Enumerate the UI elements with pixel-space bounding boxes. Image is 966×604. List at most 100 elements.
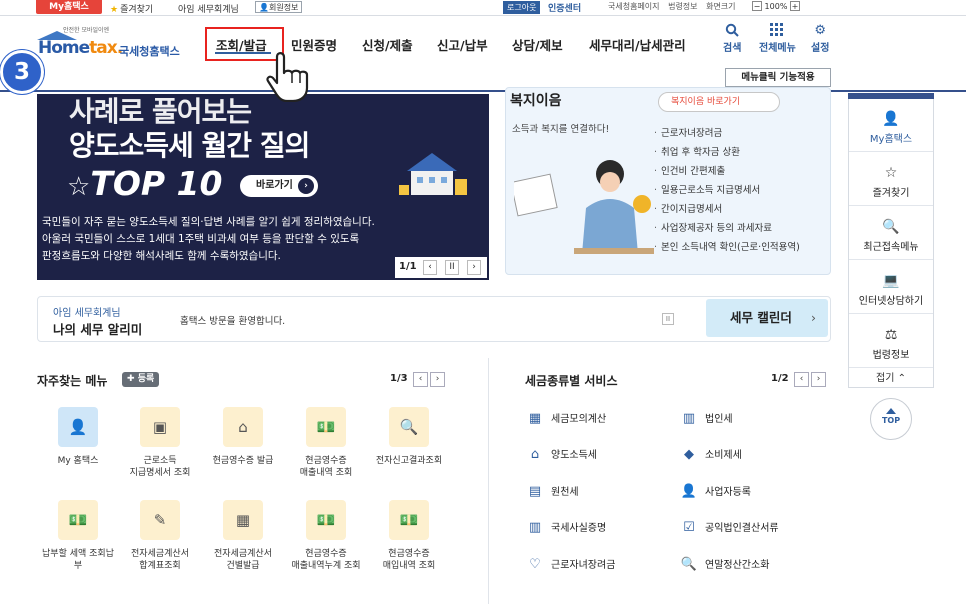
diamond-icon: ◆ xyxy=(684,447,694,462)
fav-cash-receipt-sales[interactable]: 💵 현금영수증 매출내역 조회 xyxy=(284,407,368,479)
prev-icon[interactable]: ‹ xyxy=(794,372,810,387)
utility-bar: My홈택스 ★ 즐겨찾기 아임 세무회계님 👤회원정보 로그아웃 인증센터 국세청… xyxy=(0,0,966,16)
fav-tax-payment[interactable]: 💵 납부할 세액 조회납 부 xyxy=(36,500,120,572)
tax-capital-gains[interactable]: ⌂ 양도소득세 xyxy=(525,445,597,465)
woman-illustration-icon xyxy=(510,148,654,268)
welfare-item[interactable]: 사업장제공자 등의 과세자료 xyxy=(654,219,800,238)
receipt-search-icon: 🔍 xyxy=(680,557,698,572)
welfare-shortcut-button[interactable]: 복지이음 바로가기 xyxy=(658,92,780,112)
law-info-link[interactable]: 법령정보 xyxy=(668,2,697,11)
favorites-link[interactable]: ★ 즐겨찾기 xyxy=(110,2,153,15)
chevron-up-icon: ⌃ xyxy=(897,373,906,384)
settings-label: 설정 xyxy=(811,43,830,54)
money-search-icon: 💵 xyxy=(316,511,336,529)
add-favorite-button[interactable]: ✚ 등록 xyxy=(122,372,160,387)
search-button[interactable]: 검색 xyxy=(723,23,741,54)
quick-online-consult[interactable]: 💻 인터넷상담하기 xyxy=(849,261,933,314)
tax-year-end-settlement[interactable]: 🔍 연말정산간소화 xyxy=(679,555,770,575)
zoom-in-button[interactable]: + xyxy=(789,1,800,11)
gnb-report-pay[interactable]: 신고/납부 xyxy=(437,35,488,54)
settings-button[interactable]: ⚙ 설정 xyxy=(811,23,829,54)
quick-my-hometax[interactable]: 👤 My홈택스 xyxy=(849,99,933,152)
cert-center-link[interactable]: 인증센터 xyxy=(548,1,581,14)
tax-consumption[interactable]: ◆ 소비제세 xyxy=(679,445,742,465)
logout-button[interactable]: 로그아웃 xyxy=(503,1,541,14)
welfare-item[interactable]: 취업 후 학자금 상환 xyxy=(654,143,800,162)
favorites-title: 자주찾는 메뉴 xyxy=(37,374,108,388)
fav-cash-receipt-purchase[interactable]: 💵 현금영수증 매입내역 조회 xyxy=(367,500,451,572)
welfare-item[interactable]: 인건비 간편제출 xyxy=(654,162,800,181)
notifier-message[interactable]: 홈택스 방문을 환영합니다. xyxy=(180,313,285,327)
fav-e-invoice-summary[interactable]: ✎ 전자세금계산서 합계표조회 xyxy=(118,500,202,572)
banner-line3: ☆TOP 10 xyxy=(67,164,223,203)
welfare-item[interactable]: 일용근로소득 지급명세서 xyxy=(654,181,800,200)
prev-icon[interactable]: ‹ xyxy=(413,372,429,387)
next-icon[interactable]: › xyxy=(467,260,481,275)
tax-public-corp-settlement[interactable]: ☑ 공익법인결산서류 xyxy=(679,518,778,538)
money-search-icon: 💵 xyxy=(316,418,336,436)
next-icon[interactable]: › xyxy=(430,372,446,387)
banner-shortcut-button[interactable]: 바로가기 › xyxy=(240,175,318,197)
pause-icon[interactable]: II xyxy=(662,313,674,325)
quick-recent-menu[interactable]: 🔍 최근접속메뉴 xyxy=(849,207,933,260)
quick-law-info[interactable]: ⚖ 법령정보 xyxy=(849,315,933,368)
prev-icon[interactable]: ‹ xyxy=(423,260,437,275)
person-icon: 👤 xyxy=(259,3,269,12)
zoom-level: 100% xyxy=(764,2,788,11)
all-menu-button[interactable]: 전체메뉴 xyxy=(759,23,796,54)
fav-cash-receipt-cumulative[interactable]: 💵 현금영수증 매출내역누계 조회 xyxy=(284,500,368,572)
gnb-tax-agent[interactable]: 세무대리/납세관리 xyxy=(589,35,686,54)
document-check-icon: ☑ xyxy=(683,520,695,535)
fold-button[interactable]: 접기 ⌃ xyxy=(849,369,933,384)
tax-calendar-button[interactable]: 세무 캘린더 › xyxy=(706,299,828,337)
document-search-icon: 🔍 xyxy=(399,418,419,436)
scroll-top-button[interactable]: TOP xyxy=(870,398,912,440)
logo-korean: 국세청홈택스 xyxy=(119,45,180,58)
tax-corporate[interactable]: ▥ 법인세 xyxy=(679,409,733,429)
user-info-button[interactable]: 👤회원정보 xyxy=(255,1,303,13)
next-icon[interactable]: › xyxy=(811,372,827,387)
document-search-icon: 🔍 xyxy=(882,219,900,235)
fav-my-hometax[interactable]: 👤 My 홈택스 xyxy=(36,407,120,467)
gnb-consult-report[interactable]: 상담/제보 xyxy=(512,35,563,54)
grid-icon xyxy=(759,23,796,39)
promo-banner[interactable]: 사례로 풀어보는 양도소득세 월간 질의 ☆TOP 10 바로가기 › 국민들이… xyxy=(37,94,489,280)
search-icon xyxy=(723,23,741,39)
fav-earned-income[interactable]: ▣ 근로소득 지급명세서 조회 xyxy=(118,407,202,479)
screen-size-label: 화면크기 xyxy=(706,2,736,11)
building-icon: ▥ xyxy=(682,411,696,426)
menu-click-apply-button[interactable]: 메뉴클릭 기능적용 xyxy=(725,68,831,87)
user-info-label: 회원정보 xyxy=(268,3,299,12)
quick-favorites[interactable]: ☆ 즐겨찾기 xyxy=(849,153,933,206)
plus-icon: ✚ xyxy=(127,374,135,384)
gnb-apply-submit[interactable]: 신청/제출 xyxy=(362,35,413,54)
tax-business-registration[interactable]: 👤 사업자등록 xyxy=(679,482,751,502)
star-icon: ☆ xyxy=(884,165,898,181)
welfare-item[interactable]: 근로자녀장려금 xyxy=(654,124,800,143)
my-hometax-link[interactable]: My홈택스 xyxy=(36,0,102,14)
tax-simulation[interactable]: ▦ 세금모의계산 xyxy=(525,409,606,429)
favorites-label: 즐겨찾기 xyxy=(120,5,154,15)
banner-page: 1/1 xyxy=(399,261,417,272)
tax-fact-certificate[interactable]: ▥ 국세사실증명 xyxy=(525,518,606,538)
hometax-logo[interactable]: 안전한 모바일이엔 Hometax. 국세청홈택스 xyxy=(37,27,187,59)
star-icon: ☆ xyxy=(67,172,91,202)
welfare-item[interactable]: 본인 소득내역 확인(근로·인적용역) xyxy=(654,238,800,257)
zoom-out-button[interactable]: − xyxy=(752,1,762,11)
tax-service-pager: 1/2 ‹ › xyxy=(771,372,827,387)
gavel-icon: ⚖ xyxy=(884,327,898,343)
nts-homepage-link[interactable]: 국세청홈페이지 xyxy=(608,2,660,11)
welfare-item[interactable]: 간이지급명세서 xyxy=(654,200,800,219)
tax-withholding[interactable]: ▤ 원천세 xyxy=(525,482,579,502)
section-divider xyxy=(488,358,489,604)
notifier-user: 아임 세무회계님 xyxy=(53,308,121,319)
favorites-page: 1/3 xyxy=(390,373,408,384)
tax-calendar-label: 세무 캘린더 xyxy=(730,310,792,325)
pause-icon[interactable]: II xyxy=(445,260,459,275)
fav-e-invoice-issue[interactable]: ▦ 전자세금계산서 건별발급 xyxy=(201,500,285,572)
tax-child-incentive[interactable]: ♡ 근로자녀장려금 xyxy=(525,555,615,575)
calculator-icon: ▦ xyxy=(528,411,542,426)
fav-cash-receipt-issue[interactable]: ⌂ 현금영수증 발급 xyxy=(201,407,285,467)
welfare-list: 근로자녀장려금 취업 후 학자금 상환 인건비 간편제출 일용근로소득 지급명세… xyxy=(654,124,800,257)
fav-e-filing-result[interactable]: 🔍 전자신고결과조회 xyxy=(367,407,451,467)
